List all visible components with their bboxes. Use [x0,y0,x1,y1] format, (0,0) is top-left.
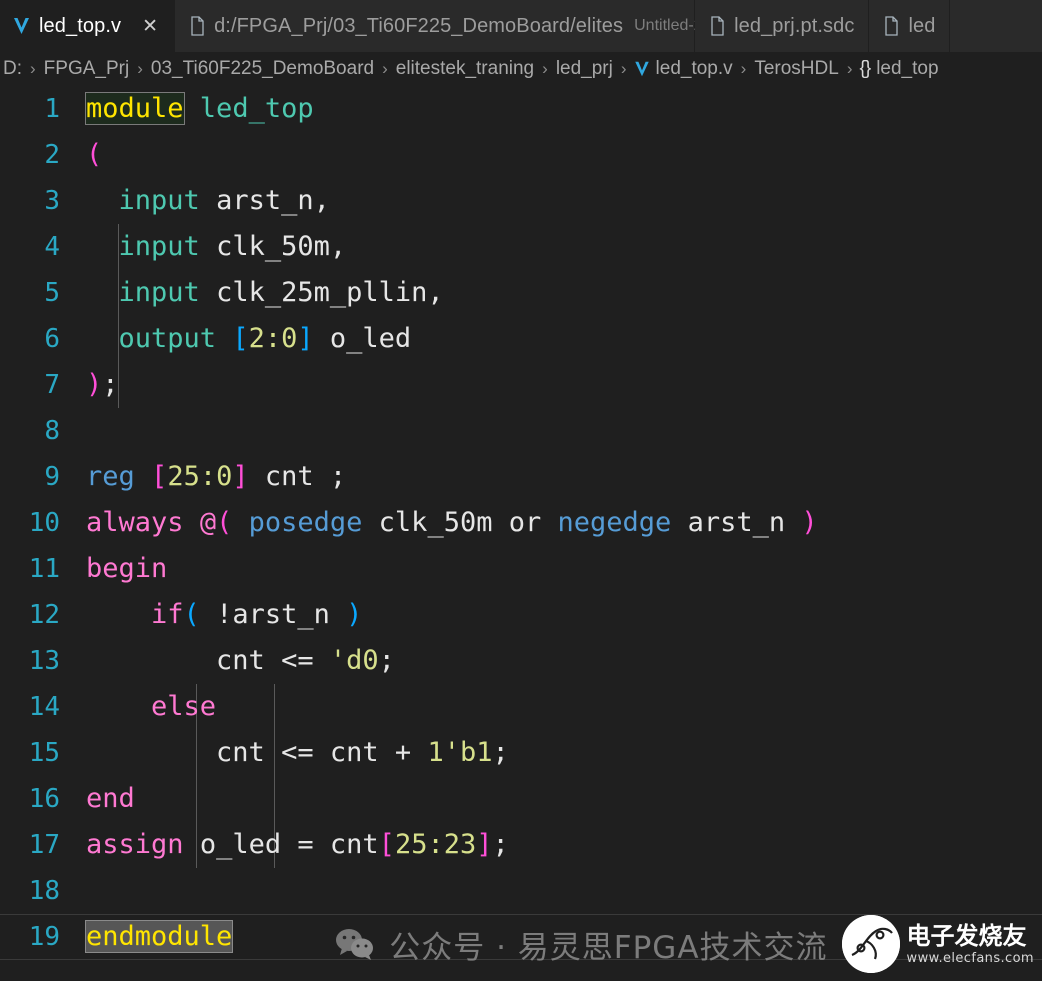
tab-label: led_top.v [39,15,121,38]
code-line[interactable]: 2 ( [0,132,1042,178]
code-line[interactable]: 15 cnt <= cnt + 1'b1; [0,730,1042,776]
code-content: else [86,684,216,730]
breadcrumb-item-led-prj[interactable]: led_prj [555,58,614,80]
line-number: 5 [0,270,86,316]
code-line[interactable]: 18 [0,868,1042,914]
tab-untitled-20[interactable]: d:/FPGA_Prj/03_Ti60F225_DemoBoard/elites… [175,0,695,52]
line-number: 10 [0,500,86,546]
tab-label: d:/FPGA_Prj/03_Ti60F225_DemoBoard/elites [214,15,623,38]
breadcrumb-item-led-top-symbol[interactable]: led_top [875,58,939,80]
code-content: if( !arst_n ) [86,592,362,638]
code-line[interactable]: 4 input clk_50m, [0,224,1042,270]
code-line[interactable]: 16 end [0,776,1042,822]
code-line[interactable]: 14 else [0,684,1042,730]
code-content: cnt <= cnt + 1'b1; [86,730,509,776]
code-line[interactable]: 10 always @( posedge clk_50m or negedge … [0,500,1042,546]
file-icon [882,16,899,36]
code-content: input arst_n, [86,178,330,224]
code-line[interactable]: 13 cnt <= 'd0; [0,638,1042,684]
breadcrumb-item-drive[interactable]: D: [2,58,23,80]
line-number: 8 [0,408,86,454]
code-content: input clk_25m_pllin, [86,270,444,316]
breadcrumb-separator: › [535,59,555,79]
line-number: 1 [0,86,86,132]
braces-icon: {} [859,58,870,80]
line-number: 3 [0,178,86,224]
breadcrumb-separator: › [130,59,150,79]
tab-led-top-v[interactable]: led_top.v ✕ [0,0,175,52]
breadcrumb-separator: › [840,59,860,79]
selected-keyword: endmodule [86,921,232,952]
code-content: end [86,776,135,822]
code-content: ); [86,362,119,408]
code-content: reg [25:0] cnt ; [86,454,346,500]
tab-label: led [908,15,935,38]
line-number: 16 [0,776,86,822]
breadcrumb-separator: › [23,59,43,79]
breadcrumb-item-demoboard[interactable]: 03_Ti60F225_DemoBoard [150,58,375,80]
code-line[interactable]: 9 reg [25:0] cnt ; [0,454,1042,500]
line-number: 19 [0,914,86,960]
code-editor[interactable]: 1 module led_top 2 ( 3 input arst_n, 4 i… [0,86,1042,981]
line-number: 11 [0,546,86,592]
code-content: output [2:0] o_led [86,316,411,362]
code-content: cnt <= 'd0; [86,638,395,684]
close-icon[interactable]: ✕ [140,17,160,36]
line-number: 4 [0,224,86,270]
code-content: ( [86,132,102,178]
breadcrumb: D: › FPGA_Prj › 03_Ti60F225_DemoBoard › … [0,52,1042,86]
code-content: input clk_50m, [86,224,346,270]
code-content: module led_top [86,86,314,132]
code-content: assign o_led = cnt[25:23]; [86,822,509,868]
code-content: begin [86,546,167,592]
breadcrumb-item-elitestek-traning[interactable]: elitestek_traning [395,58,535,80]
editor-tab-bar: led_top.v ✕ d:/FPGA_Prj/03_Ti60F225_Demo… [0,0,1042,52]
breadcrumb-separator: › [734,59,754,79]
code-line[interactable]: 7 ); [0,362,1042,408]
code-line[interactable]: 6 output [2:0] o_led [0,316,1042,362]
code-content: always @( posedge clk_50m or negedge ars… [86,500,818,546]
code-line[interactable]: 3 input arst_n, [0,178,1042,224]
code-line[interactable]: 5 input clk_25m_pllin, [0,270,1042,316]
breadcrumb-item-teroshdl[interactable]: TerosHDL [753,58,839,80]
code-line-active[interactable]: 19 endmodule [0,914,1042,960]
tab-led-partial[interactable]: led [869,0,950,52]
line-number: 13 [0,638,86,684]
verilog-v-icon [13,16,30,36]
code-content: endmodule [86,914,232,960]
verilog-v-icon [634,60,650,78]
code-line[interactable]: 12 if( !arst_n ) [0,592,1042,638]
highlighted-keyword: module [86,93,184,124]
breadcrumb-separator: › [375,59,395,79]
line-number: 9 [0,454,86,500]
line-number: 6 [0,316,86,362]
code-line[interactable]: 8 [0,408,1042,454]
code-line[interactable]: 11 begin [0,546,1042,592]
line-number: 2 [0,132,86,178]
line-number: 17 [0,822,86,868]
code-line[interactable]: 17 assign o_led = cnt[25:23]; [0,822,1042,868]
line-number: 15 [0,730,86,776]
line-number: 14 [0,684,86,730]
tab-label: led_prj.pt.sdc [734,15,854,38]
breadcrumb-separator: › [614,59,634,79]
tab-led-prj-pt-sdc[interactable]: led_prj.pt.sdc [695,0,869,52]
line-number: 7 [0,362,86,408]
line-number: 18 [0,868,86,914]
breadcrumb-item-fpga-prj[interactable]: FPGA_Prj [43,58,131,80]
breadcrumb-item-led-top-v[interactable]: led_top.v [655,58,734,80]
code-line[interactable]: 1 module led_top [0,86,1042,132]
file-icon [188,16,205,36]
line-number: 12 [0,592,86,638]
file-icon [708,16,725,36]
